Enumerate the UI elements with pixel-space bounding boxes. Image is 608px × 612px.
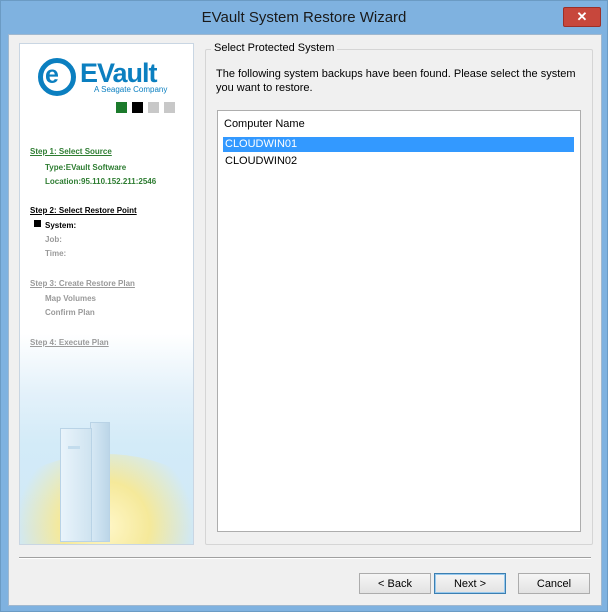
groupbox-title: Select Protected System [211, 42, 338, 54]
progress-square-3 [148, 102, 159, 113]
step-3-confirm-plan: Confirm Plan [45, 308, 95, 317]
server-tower-side [90, 422, 110, 542]
title-bar[interactable]: EVault System Restore Wizard ✕ [1, 1, 607, 33]
step-3-map-volumes: Map Volumes [45, 294, 96, 303]
column-header-label: Computer Name [224, 118, 305, 130]
step-4-label: Step 4: Execute Plan [30, 338, 109, 347]
current-item-bullet-icon [34, 220, 41, 227]
step-2-job: Job: [45, 235, 62, 244]
evault-logo: e EVault A Seagate Company [38, 58, 188, 98]
cancel-button[interactable]: Cancel [518, 573, 590, 594]
wizard-client-area: e EVault A Seagate Company Step 1: Selec… [8, 34, 602, 606]
window-title: EVault System Restore Wizard [201, 9, 407, 26]
computer-list[interactable]: Computer Name CLOUDWIN01 CLOUDWIN02 [217, 110, 581, 532]
close-icon: ✕ [576, 9, 588, 24]
next-button[interactable]: Next > [434, 573, 506, 594]
footer-separator [19, 557, 591, 559]
back-button[interactable]: < Back [359, 573, 431, 594]
column-header-computer-name[interactable]: Computer Name [218, 111, 580, 135]
list-item[interactable]: CLOUDWIN01 [223, 137, 574, 152]
progress-square-1 [116, 102, 127, 113]
wizard-window: EVault System Restore Wizard ✕ e EVault … [0, 0, 608, 612]
progress-square-4 [164, 102, 175, 113]
instructions-text: The following system backups have been f… [216, 68, 576, 94]
wizard-sidebar: e EVault A Seagate Company Step 1: Selec… [19, 43, 194, 545]
list-item[interactable]: CLOUDWIN02 [223, 154, 574, 169]
step-1-source-location: Location:95.110.152.211:2546 [45, 177, 157, 186]
step-3-label: Step 3: Create Restore Plan [30, 279, 135, 288]
evault-logo-letter: e [45, 61, 59, 89]
server-drive-slot [68, 446, 80, 449]
step-2-system: System: [45, 221, 77, 230]
step-2-time: Time: [45, 249, 67, 258]
close-button[interactable]: ✕ [563, 7, 601, 27]
step-1-source-type: Type:EVault Software [45, 163, 127, 172]
evault-logo-subtitle: A Seagate Company [94, 85, 168, 94]
progress-square-2 [132, 102, 143, 113]
step-2-label: Step 2: Select Restore Point [30, 206, 137, 215]
step-1-label: Step 1: Select Source [30, 147, 112, 156]
